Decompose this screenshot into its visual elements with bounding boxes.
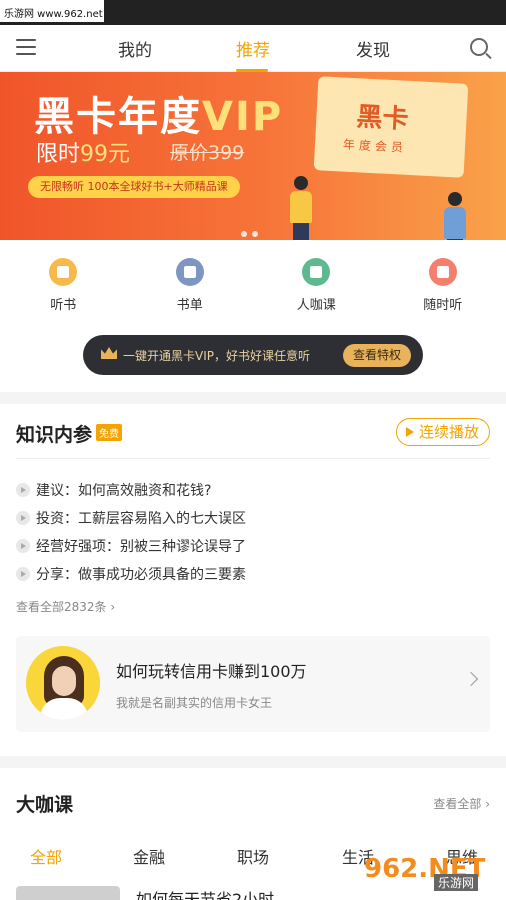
vip-promo-text: 一键开通黑卡VIP，好书好课任意听 <box>123 349 310 363</box>
watermark-top-left: 乐游网 www.962.net <box>0 0 104 22</box>
search-icon[interactable] <box>470 38 488 56</box>
feature-card[interactable]: 如何玩转信用卡赚到100万 我就是名副其实的信用卡女王 <box>16 636 490 732</box>
avatar <box>26 646 100 720</box>
view-all-link[interactable]: 查看全部2832条 › <box>16 598 115 615</box>
quick-link-listen-book[interactable]: 听书 <box>0 258 127 330</box>
list-item-text: 建议：如何高效融资和花钱? <box>36 483 212 499</box>
vip-promo-bar[interactable]: 一键开通黑卡VIP，好书好课任意听 查看特权 <box>83 335 423 375</box>
view-privileges-button[interactable]: 查看特权 <box>342 344 411 367</box>
list-item-text: 经营好强项：别被三种谬论误导了 <box>36 539 246 555</box>
feature-subtitle: 我就是名副其实的信用卡女王 <box>116 696 273 710</box>
quick-link-label: 书单 <box>176 298 203 313</box>
list-item-text: 分享：做事成功必须具备的三要素 <box>36 567 246 583</box>
category-tab-workplace[interactable]: 职场 <box>237 844 269 868</box>
list-item[interactable]: 建议：如何高效融资和花钱? <box>16 480 211 500</box>
play-icon <box>16 511 30 525</box>
quick-link-expert-course[interactable]: 人咖课 <box>253 258 380 330</box>
banner-vip: VIP <box>202 94 284 140</box>
list-item[interactable]: 经营好强项：别被三种谬论误导了 <box>16 536 246 556</box>
play-icon <box>16 483 30 497</box>
man-illustration <box>444 192 466 240</box>
tab-discover[interactable]: 发现 <box>356 36 390 61</box>
quick-link-label: 人咖课 <box>296 298 336 313</box>
tab-recommend[interactable]: 推荐 <box>236 36 270 61</box>
watermark-logo: 962.NET 乐游网 <box>364 854 486 891</box>
quick-link-label: 随时听 <box>423 298 463 313</box>
course-thumbnail[interactable] <box>16 886 120 900</box>
list-item-text: 投资：工薪层容易陷入的七大误区 <box>36 511 246 527</box>
headphone-icon <box>428 258 457 286</box>
quick-link-listen-anytime[interactable]: 随时听 <box>380 258 506 330</box>
chevron-right-icon <box>463 671 479 687</box>
category-tab-all[interactable]: 全部 <box>30 844 62 868</box>
play-icon <box>16 567 30 581</box>
banner-original-price: 原价399 <box>170 142 245 164</box>
category-tab-finance[interactable]: 金融 <box>133 844 165 868</box>
free-badge: 免费 <box>96 424 122 441</box>
carousel-dots <box>241 222 263 240</box>
banner-title: 黑卡年度 <box>34 94 202 140</box>
card-subtitle: 年度会员 <box>342 137 408 155</box>
section-divider <box>0 392 506 404</box>
card-title: 黑卡 <box>355 102 410 135</box>
crown-icon <box>101 347 117 359</box>
section-divider <box>0 756 506 768</box>
divider <box>16 458 490 459</box>
book-icon <box>175 258 204 286</box>
list-item[interactable]: 分享：做事成功必须具备的三要素 <box>16 564 246 584</box>
play-icon <box>49 258 78 286</box>
woman-illustration <box>290 176 312 240</box>
quick-links: 听书 书单 人咖课 随时听 <box>0 240 506 330</box>
banner-pill: 无限畅听 100本全球好书+大师精品课 <box>28 176 240 198</box>
view-all-link[interactable]: 查看全部 › <box>433 795 490 812</box>
banner-price: 99元 <box>80 142 131 167</box>
top-nav: 我的 推荐 发现 <box>0 25 506 72</box>
banner-price-prefix: 限时 <box>36 142 81 167</box>
shield-icon <box>302 258 331 286</box>
list-item[interactable]: 投资：工薪层容易陷入的七大误区 <box>16 508 246 528</box>
tab-mine[interactable]: 我的 <box>118 36 152 61</box>
black-card-illustration: 黑卡 年度会员 <box>313 76 469 178</box>
play-icon <box>16 539 30 553</box>
vip-banner[interactable]: 黑卡年度VIP 限时99元 原价399 无限畅听 100本全球好书+大师精品课 … <box>0 72 506 240</box>
continuous-play-button[interactable]: 连续播放 <box>395 418 490 446</box>
feature-title: 如何玩转信用卡赚到100万 <box>116 662 307 681</box>
quick-link-booklist[interactable]: 书单 <box>127 258 254 330</box>
section-title: 大咖课 <box>16 794 74 816</box>
zhishi-section: 知识内参 免费 连续播放 建议：如何高效融资和花钱? 投资：工薪层容易陷入的七大… <box>0 404 506 756</box>
course-title[interactable]: 如何每天节省2小时 <box>136 886 274 900</box>
quick-link-label: 听书 <box>50 298 77 313</box>
section-title: 知识内参 <box>16 424 93 446</box>
